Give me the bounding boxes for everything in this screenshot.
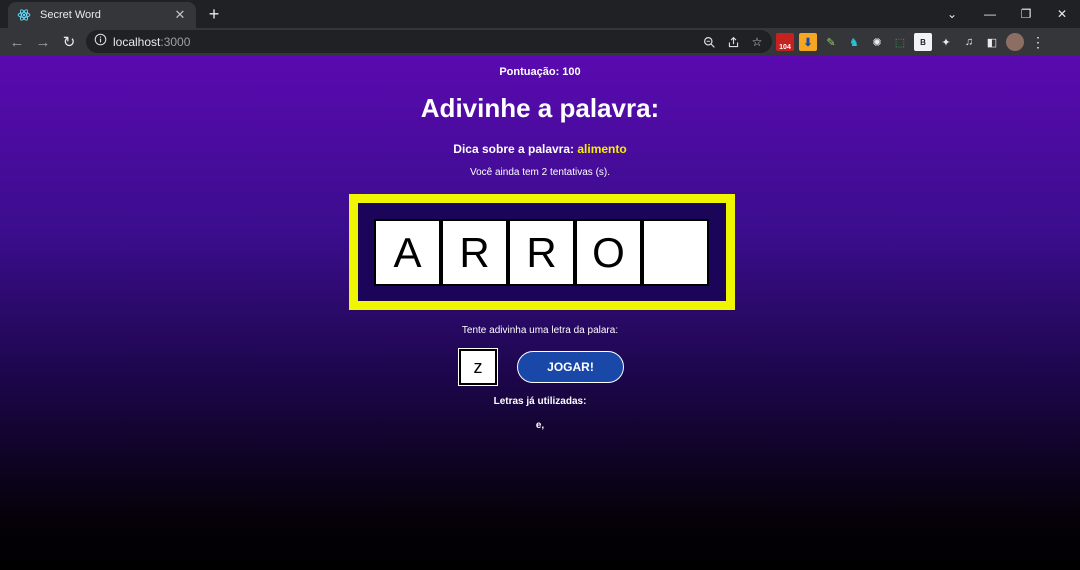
address-bar[interactable]: localhost:3000 ☆: [86, 30, 772, 53]
browser-toolbar: ← → ↻ localhost:3000 ☆ 104 ⬇ ✎ ♞ ✺ ⬚ B ✦…: [0, 28, 1080, 55]
guess-prompt: Tente adivinha uma letra da palara:: [461, 325, 619, 336]
game-page: Pontuação: 100 Adivinhe a palavra: Dica …: [0, 55, 1080, 570]
letter-box: R: [441, 219, 508, 286]
attempts-remaining: Você ainda tem 2 tentativas (s).: [469, 167, 611, 178]
pen-extension-icon[interactable]: ✎: [822, 33, 840, 51]
word-container: A R R O: [349, 194, 735, 310]
letter-input[interactable]: [458, 348, 498, 386]
tip-line: Dica sobre a palavra: alimento: [0, 142, 1080, 156]
used-letters-label: Letras já utilizadas:: [493, 396, 587, 407]
close-window-icon[interactable]: ✕: [1044, 0, 1080, 28]
side-panel-icon[interactable]: ◧: [983, 33, 1001, 51]
play-button[interactable]: JOGAR!: [517, 351, 624, 383]
url-host: localhost: [113, 34, 161, 49]
share-icon[interactable]: [724, 33, 742, 51]
restore-icon[interactable]: ❐: [1008, 0, 1044, 28]
letter-box: [642, 219, 709, 286]
reload-icon[interactable]: ↻: [58, 31, 80, 53]
bookmark-star-icon[interactable]: ☆: [748, 33, 766, 51]
forward-icon[interactable]: →: [32, 31, 54, 53]
letter-box: A: [374, 219, 441, 286]
browser-tab-strip: Secret Word ✕ + ⌄ — ❐ ✕: [0, 0, 1080, 28]
menu-kebab-icon[interactable]: ⋮: [1029, 33, 1047, 51]
puzzle-extensions-icon[interactable]: ✦: [937, 33, 955, 51]
browser-tab[interactable]: Secret Word ✕: [8, 2, 196, 28]
page-title: Adivinhe a palavra:: [420, 93, 660, 123]
bird-extension-icon[interactable]: ♞: [845, 33, 863, 51]
site-info-icon[interactable]: [94, 33, 107, 51]
zoom-icon[interactable]: [700, 33, 718, 51]
score-label: Pontuação: 100: [499, 66, 581, 78]
extension-badge-count: 104: [779, 44, 791, 51]
b-extension-icon[interactable]: B: [914, 33, 932, 51]
back-icon[interactable]: ←: [6, 31, 28, 53]
extensions-bar: 104 ⬇ ✎ ♞ ✺ ⬚ B ✦ ♫ ◧ ⋮: [776, 31, 1047, 53]
tab-search-chevron-icon[interactable]: ⌄: [932, 0, 972, 28]
used-letters: e,: [535, 420, 545, 431]
new-tab-icon[interactable]: +: [204, 4, 224, 24]
url-port: :3000: [160, 34, 191, 49]
extension-badge-icon[interactable]: 104: [776, 33, 794, 51]
guess-form: JOGAR!: [458, 348, 624, 386]
minimize-icon[interactable]: —: [972, 0, 1008, 28]
tip-word: alimento: [577, 142, 627, 156]
tab-title: Secret Word: [40, 9, 101, 21]
media-controls-icon[interactable]: ♫: [960, 33, 978, 51]
letter-box: O: [575, 219, 642, 286]
gear-extension-icon[interactable]: ✺: [868, 33, 886, 51]
download-extension-icon[interactable]: ⬇: [799, 33, 817, 51]
letters-row: A R R O: [374, 219, 726, 286]
tip-label: Dica sobre a palavra:: [453, 142, 578, 156]
avatar[interactable]: [1006, 33, 1024, 51]
react-icon: [16, 7, 32, 23]
tab-close-icon[interactable]: ✕: [172, 7, 188, 23]
screenshot-extension-icon[interactable]: ⬚: [891, 33, 909, 51]
letter-box: R: [508, 219, 575, 286]
window-controls: ⌄ — ❐ ✕: [932, 0, 1080, 28]
